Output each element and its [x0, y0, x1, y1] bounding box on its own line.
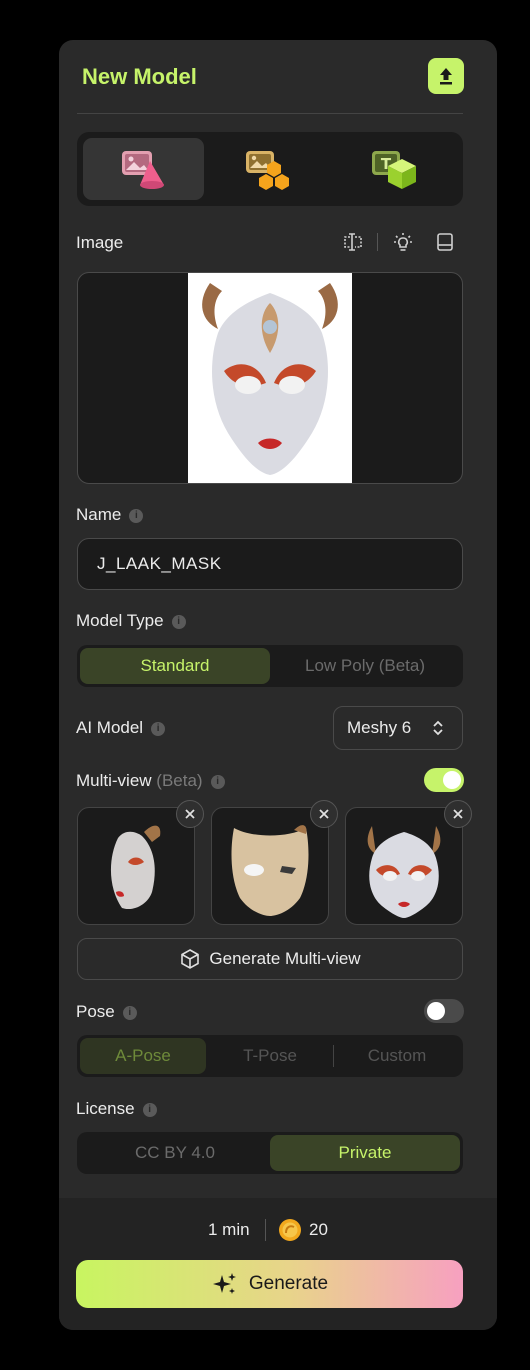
remove-thumb-button[interactable]: [310, 800, 338, 828]
mask-side-left-image: [110, 825, 161, 910]
upload-button[interactable]: [428, 58, 464, 94]
info-icon[interactable]: i: [122, 1006, 137, 1020]
info-icon[interactable]: i: [171, 615, 186, 629]
pose-label-text: Pose: [76, 1002, 115, 1021]
license-private[interactable]: Private: [270, 1135, 460, 1171]
panel-title: New Model: [82, 64, 197, 89]
header-divider: [77, 113, 463, 114]
cube-icon: [181, 949, 200, 969]
name-input-value: J_LAAK_MASK: [97, 554, 222, 573]
mask-image: [188, 273, 352, 483]
mask-front-image: [367, 826, 441, 918]
image-to-3d-icon: [121, 151, 164, 189]
image-upload-area[interactable]: [77, 272, 463, 484]
time-estimate: 1 min: [208, 1220, 250, 1239]
remove-thumb-button[interactable]: [176, 800, 204, 828]
credits-count: 20: [309, 1220, 328, 1239]
close-icon: [185, 809, 195, 819]
tab-text-to-3d[interactable]: T: [335, 138, 456, 200]
name-label: Name i: [76, 505, 144, 525]
multiview-thumb-front[interactable]: [345, 800, 472, 925]
toggle-knob: [443, 771, 461, 789]
model-type-low-poly[interactable]: Low Poly (Beta): [270, 648, 460, 684]
model-type-label: Model Type i: [76, 611, 186, 631]
model-type-label-text: Model Type: [76, 611, 164, 630]
remove-thumb-button[interactable]: [444, 800, 472, 828]
sparkle-icon: [212, 1273, 236, 1294]
multi-image-to-3d-icon: [245, 151, 289, 190]
info-icon[interactable]: i: [210, 775, 225, 789]
license-label: License i: [76, 1099, 157, 1119]
ai-model-label: AI Model i: [76, 718, 166, 738]
generate-button-label: Generate: [248, 1273, 329, 1294]
multiview-thumb-left[interactable]: [77, 800, 204, 925]
license-cc-by[interactable]: CC BY 4.0: [80, 1135, 270, 1171]
chevron-updown-icon: [433, 720, 443, 736]
upload-icon: [440, 68, 452, 85]
pose-toggle[interactable]: [424, 999, 464, 1023]
text-to-3d-icon: T: [371, 151, 416, 189]
tab-multi-image-to-3d[interactable]: [209, 138, 330, 200]
beta-tag: (Beta): [156, 771, 203, 790]
credits-coin-icon: [279, 1219, 301, 1241]
model-type-selector: Standard Low Poly (Beta): [77, 645, 463, 687]
pose-label: Pose i: [76, 1002, 137, 1022]
pose-custom[interactable]: Custom: [334, 1038, 460, 1074]
image-label: Image: [76, 233, 124, 252]
pose-a[interactable]: A-Pose: [80, 1038, 206, 1074]
generate-multiview-label: Generate Multi-view: [209, 949, 361, 968]
multiview-label: Multi-view (Beta) i: [76, 771, 225, 791]
license-selector: CC BY 4.0 Private: [77, 1132, 463, 1174]
generate-button[interactable]: Generate: [76, 1260, 463, 1308]
info-icon[interactable]: i: [129, 509, 144, 523]
pose-selector: A-Pose T-Pose Custom: [77, 1035, 463, 1077]
name-label-text: Name: [76, 505, 122, 524]
model-type-standard[interactable]: Standard: [80, 648, 270, 684]
toggle-knob: [427, 1002, 445, 1020]
info-icon[interactable]: i: [142, 1103, 157, 1117]
multiview-toggle[interactable]: [424, 768, 464, 792]
close-icon: [453, 809, 463, 819]
footer-divider: [265, 1219, 266, 1241]
ai-model-value: Meshy 6: [347, 718, 412, 737]
ai-model-select[interactable]: Meshy 6: [333, 706, 463, 750]
license-label-text: License: [76, 1099, 135, 1118]
generate-multiview-button[interactable]: Generate Multi-view: [77, 938, 463, 980]
tab-image-to-3d[interactable]: [83, 138, 204, 200]
close-icon: [319, 809, 329, 819]
toolbar-divider: [377, 233, 378, 251]
ai-model-label-text: AI Model: [76, 718, 144, 737]
mask-back-image: [231, 825, 309, 916]
book-icon[interactable]: [433, 230, 457, 254]
mode-tabs: T: [77, 132, 463, 206]
new-model-panel: New Model T Image Name i J_LAAK_MASK Mod…: [59, 40, 497, 1330]
info-icon[interactable]: i: [151, 722, 166, 736]
multiview-thumb-back[interactable]: [211, 800, 338, 925]
pose-t[interactable]: T-Pose: [207, 1038, 333, 1074]
compare-icon[interactable]: [341, 230, 365, 254]
name-input[interactable]: J_LAAK_MASK: [77, 538, 463, 590]
multiview-label-text: Multi-view: [76, 771, 152, 790]
lightbulb-icon[interactable]: [391, 230, 415, 254]
